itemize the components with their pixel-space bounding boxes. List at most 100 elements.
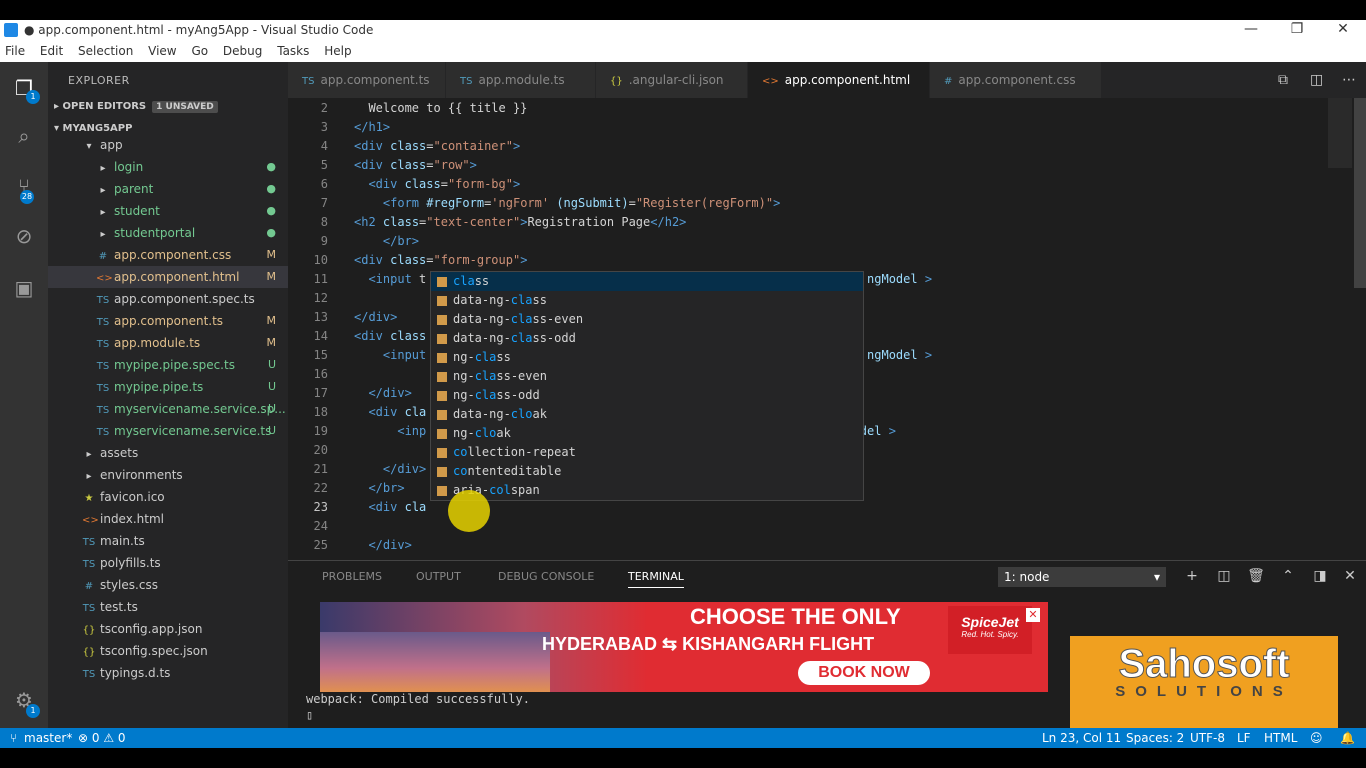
search-icon[interactable]: ⌕ [12,124,36,148]
extensions-icon[interactable]: ▣ [12,276,36,300]
tree-item[interactable]: TS myservicename.service.ts U [48,420,288,442]
menu-selection[interactable]: Selection [78,44,133,58]
line-ending[interactable]: LF [1237,728,1251,748]
git-status-badge: U [267,402,276,415]
suggestion-item[interactable]: data-ng-class [431,291,863,310]
suggestion-text: ss-odd [496,388,540,402]
tree-item[interactable]: TS main.ts [48,530,288,552]
split-editor-icon[interactable]: ◫ [1310,72,1323,88]
tab-output[interactable]: OUTPUT [416,570,461,583]
minimap[interactable] [1328,98,1352,168]
cursor-position[interactable]: Ln 23, Col 11 [1042,728,1121,748]
typescript-icon: TS [96,295,110,306]
tree-item[interactable]: TS polyfills.ts [48,552,288,574]
suggestion-item[interactable]: data-ng-class-odd [431,329,863,348]
editor-scrollbar[interactable] [1354,98,1366,288]
menu-view[interactable]: View [148,44,176,58]
tab-terminal[interactable]: TERMINAL [628,570,684,588]
tree-item[interactable]: # app.component.css M [48,244,288,266]
tree-item[interactable]: <>index.html [48,508,288,530]
suggestion-item[interactable]: contenteditable [431,462,863,481]
more-actions-icon[interactable]: ⋯ [1342,72,1356,88]
tab-angular-cli-json[interactable]: {} .angular-cli.json [596,62,748,98]
suggestion-item[interactable]: ng-class-even [431,367,863,386]
tree-item[interactable]: # styles.css [48,574,288,596]
trash-icon[interactable]: 🗑 [1246,568,1266,584]
problems-count[interactable]: ⊗ 0 ⚠ 0 [78,728,126,748]
ad-banner[interactable]: CHOOSE THE ONLY HYDERABAD ⇆ KISHANGARH F… [320,602,1048,692]
tree-item[interactable]: {} tsconfig.app.json [48,618,288,640]
tree-item[interactable]: TS app.component.ts M [48,310,288,332]
suggestion-item[interactable]: data-ng-class-even [431,310,863,329]
open-changes-icon[interactable]: ⧉ [1278,72,1288,88]
watermark-subtitle: SOLUTIONS [1115,683,1293,700]
tree-item[interactable]: ▸ student ● [48,200,288,222]
maximize-panel-icon[interactable]: ◨ [1310,568,1330,584]
suggestion-item[interactable]: ng-cloak [431,424,863,443]
new-terminal-icon[interactable]: + [1182,568,1202,584]
suggestion-item[interactable]: aria-colspan [431,481,863,500]
tree-item[interactable]: ▸ studentportal ● [48,222,288,244]
suggestion-item[interactable]: ng-class-odd [431,386,863,405]
line-number: 12 [313,291,328,305]
tree-item[interactable]: TS mypipe.pipe.ts U [48,376,288,398]
project-section[interactable]: ▾ MYANG5APP [54,123,132,134]
tree-item[interactable]: TS myservicename.service.sp... U [48,398,288,420]
tree-item[interactable]: {} tsconfig.spec.json [48,640,288,662]
code-line: </div> [382,462,427,476]
tab-debug-console[interactable]: DEBUG CONSOLE [498,570,594,583]
tree-item[interactable]: <>app.component.html M [48,266,288,288]
menu-tasks[interactable]: Tasks [277,44,309,58]
debug-icon[interactable]: ⊘ [12,224,36,248]
git-branch[interactable]: master* [24,728,72,748]
terminal-select[interactable]: 1: node ▾ [998,567,1166,587]
book-now-button[interactable]: BOOK NOW [798,661,930,685]
html-icon: <> [762,76,779,87]
notifications-bell-icon[interactable]: 🔔 [1340,728,1355,748]
tree-item-label: student [114,204,160,218]
tab-app-module-ts[interactable]: TS app.module.ts [446,62,596,98]
feedback-smiley-icon[interactable]: ☺ [1310,728,1323,748]
close-button[interactable]: ✕ [1328,21,1358,37]
tree-item[interactable]: ▾ app [48,134,288,156]
indentation[interactable]: Spaces: 2 [1126,728,1184,748]
title-bar: ● app.component.html - myAng5App - Visua… [0,20,1366,42]
encoding[interactable]: UTF-8 [1190,728,1225,748]
css-icon: # [98,251,108,262]
menu-help[interactable]: Help [324,44,351,58]
tree-item[interactable]: TS test.ts [48,596,288,618]
chevron-up-icon[interactable]: ⌃ [1278,568,1298,584]
close-panel-icon[interactable]: ✕ [1340,568,1360,584]
code-line: </div> [368,538,412,552]
restore-button[interactable]: ❐ [1282,21,1312,37]
html-icon: <> [96,273,113,284]
split-terminal-icon[interactable]: ◫ [1214,568,1234,584]
suggestion-item[interactable]: collection-repeat [431,443,863,462]
tab-app-component-ts[interactable]: TS app.component.ts [288,62,446,98]
tree-item[interactable]: ▸ environments [48,464,288,486]
menu-edit[interactable]: Edit [40,44,63,58]
menu-debug[interactable]: Debug [223,44,262,58]
tree-item[interactable]: TS app.component.spec.ts [48,288,288,310]
language-mode[interactable]: HTML [1264,728,1297,748]
tree-item[interactable]: TS mypipe.pipe.spec.ts U [48,354,288,376]
ad-close-icon[interactable]: ✕ [1026,608,1040,622]
tree-item[interactable]: TS app.module.ts M [48,332,288,354]
suggestion-item[interactable]: class [431,272,863,291]
tree-item[interactable]: TS typings.d.ts [48,662,288,684]
tree-item[interactable]: ▸ login ● [48,156,288,178]
minimize-button[interactable]: — [1236,21,1266,37]
tree-item[interactable]: ★ favicon.ico [48,486,288,508]
suggestion-item[interactable]: data-ng-cloak [431,405,863,424]
menu-file[interactable]: File [5,44,25,58]
tree-item[interactable]: ▸ parent ● [48,178,288,200]
terminal-cursor[interactable]: ▯ [306,708,313,722]
autocomplete-suggestions[interactable]: class data-ng-class data-ng-class-even data… [430,271,864,501]
tree-item[interactable]: ▸ assets [48,442,288,464]
open-editors-section[interactable]: ▸ OPEN EDITORS 1 UNSAVED [54,101,218,113]
tab-app-component-css[interactable]: # app.component.css [930,62,1102,98]
tab-problems[interactable]: PROBLEMS [322,570,382,583]
suggestion-item[interactable]: ng-class [431,348,863,367]
tab-app-component-html[interactable]: <>app.component.html ● [748,62,930,125]
menu-go[interactable]: Go [191,44,208,58]
